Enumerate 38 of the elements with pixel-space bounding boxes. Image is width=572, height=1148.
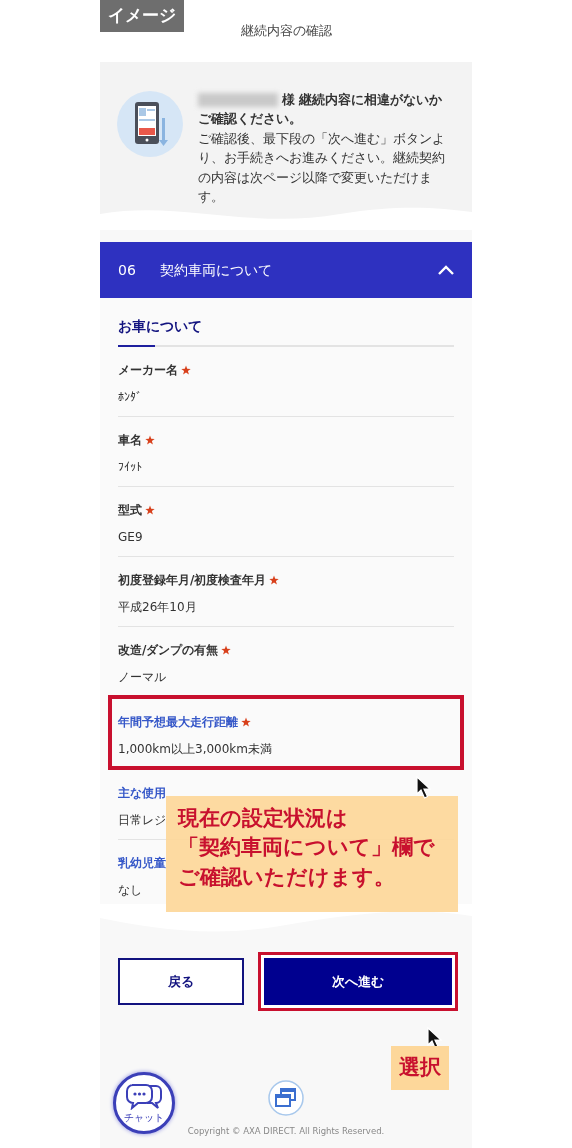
callout-text: ご確認いただけます。 (178, 863, 396, 891)
copyright-text: Copyright © AXA DIRECT. All Rights Reserved. (186, 1125, 386, 1138)
section-header[interactable]: 06 契約車両について (100, 242, 472, 298)
field-value: ノーマル (118, 670, 166, 684)
chat-bubbles-icon (126, 1081, 162, 1110)
field-value: 日常レジ (118, 813, 166, 827)
page-title: 継続内容の確認 (240, 22, 332, 41)
back-button[interactable]: 戻る (118, 958, 244, 1005)
field-value: ﾎﾝﾀﾞ (118, 390, 142, 404)
field-value: GE9 (118, 530, 143, 544)
chat-button[interactable]: チャット (113, 1072, 175, 1134)
tab-indicator (118, 345, 155, 347)
select-label: 選択 (391, 1046, 449, 1090)
field-value: 1,000km以上3,000km未満 (118, 742, 272, 756)
field-label: メーカー名 (118, 362, 178, 379)
section-title: 契約車両について (159, 260, 273, 280)
field-label: 改造/ダンプの有無 (118, 642, 219, 659)
field-value: ﾌｲｯﾄ (118, 460, 142, 474)
cursor-icon (416, 776, 432, 800)
field-label: 主な使用 (118, 785, 166, 802)
field-label: 車名 (118, 432, 142, 449)
section-number: 06 (118, 260, 136, 280)
notice-heading: 様 継続内容に相違がないか (282, 91, 443, 109)
callout-text: 現在の設定状況は (178, 805, 349, 832)
next-button[interactable]: 次へ進む (264, 958, 452, 1005)
callout-text: 「契約車両について」欄で (178, 834, 436, 862)
notice-heading: ご確認ください。 (198, 110, 303, 129)
notice-text: ご確認後、最下段の「次へ進む」ボタンより、お手続きへお進みください。継続契約の内容は次ページ以降で変更いただけます。 (198, 129, 446, 206)
windows-icon[interactable] (268, 1080, 304, 1116)
field-label: 年間予想最大走行距離 (118, 714, 238, 731)
field-value: なし (118, 883, 142, 897)
field-label: 初度登録年月/初度検査年月 (118, 572, 267, 589)
phone-icon (116, 90, 184, 158)
field-label: 型式 (118, 502, 142, 519)
field-value: 平成26年10月 (118, 600, 197, 614)
field-label: 乳幼児童 (118, 855, 166, 872)
image-label: イメージ (100, 0, 184, 32)
subsection-title: お車について (118, 318, 202, 334)
